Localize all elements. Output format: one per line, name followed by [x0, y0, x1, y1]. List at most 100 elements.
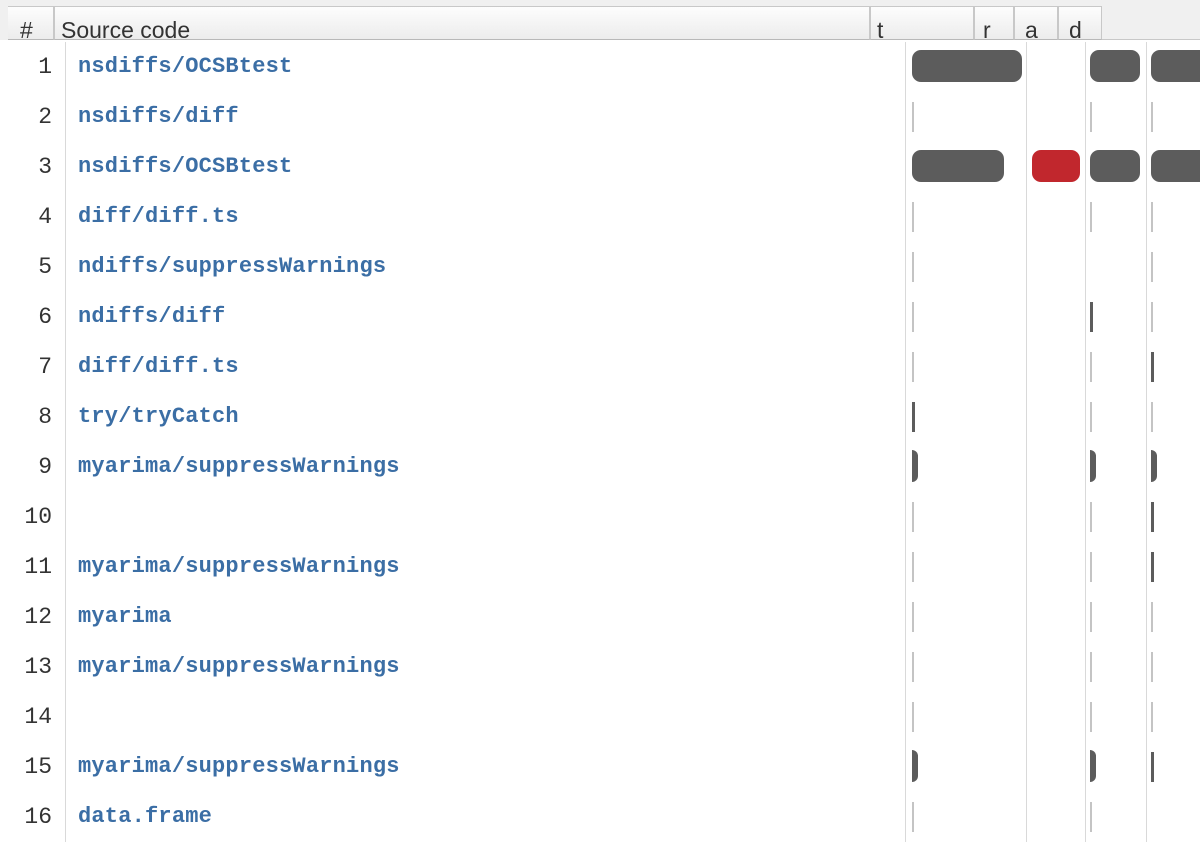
- grid-line: [1146, 442, 1147, 492]
- source-code-text[interactable]: myarima/suppressWarnings: [78, 742, 400, 792]
- table-row[interactable]: 15 myarima/suppressWarnings: [0, 742, 1200, 792]
- t-tick-mark: [912, 102, 914, 132]
- source-code-text[interactable]: diff/diff.ts: [78, 192, 239, 242]
- table-row[interactable]: 1 nsdiffs/OCSBtest: [0, 42, 1200, 92]
- table-row[interactable]: 2 nsdiffs/diff: [0, 92, 1200, 142]
- column-header-r[interactable]: r: [974, 6, 1014, 40]
- source-code-text[interactable]: ndiffs/suppressWarnings: [78, 242, 386, 292]
- table-header: # Source code t r a d: [0, 0, 1200, 40]
- table-row[interactable]: 14: [0, 692, 1200, 742]
- grid-line: [905, 442, 906, 492]
- source-code-text[interactable]: myarima/suppressWarnings: [78, 542, 400, 592]
- source-code-text[interactable]: myarima: [78, 592, 172, 642]
- grid-line: [1146, 242, 1147, 292]
- grid-line: [1146, 742, 1147, 792]
- grid-line: [905, 592, 906, 642]
- line-number: 13: [24, 654, 52, 680]
- column-divider: [65, 392, 66, 442]
- d-tick-mark: [1090, 702, 1092, 732]
- e-tick-mark: [1151, 402, 1153, 432]
- line-number: 16: [24, 804, 52, 830]
- t-thin-bar: [912, 402, 915, 432]
- e-bar: [1151, 150, 1200, 182]
- column-header-d[interactable]: d: [1058, 6, 1102, 40]
- table-row[interactable]: 7 diff/diff.ts: [0, 342, 1200, 392]
- grid-line: [905, 42, 906, 92]
- grid-line: [1026, 342, 1027, 392]
- source-code-text[interactable]: nsdiffs/diff: [78, 92, 239, 142]
- grid-line: [1146, 142, 1147, 192]
- table-row[interactable]: 4 diff/diff.ts: [0, 192, 1200, 242]
- source-code-text[interactable]: nsdiffs/OCSBtest: [78, 142, 292, 192]
- column-header-source-code[interactable]: Source code: [54, 6, 870, 40]
- grid-line: [1085, 642, 1086, 692]
- column-divider: [65, 742, 66, 792]
- e-tick-mark: [1151, 302, 1153, 332]
- source-code-text[interactable]: diff/diff.ts: [78, 342, 239, 392]
- grid-line: [1146, 792, 1147, 842]
- grid-line: [1085, 542, 1086, 592]
- t-tick-mark: [912, 802, 914, 832]
- d-tick-mark: [1090, 352, 1092, 382]
- grid-line: [1085, 392, 1086, 442]
- source-code-text[interactable]: data.frame: [78, 792, 212, 842]
- e-bar: [1151, 50, 1200, 82]
- grid-line: [1085, 442, 1086, 492]
- line-number: 14: [24, 704, 52, 730]
- d-short-bar: [1090, 450, 1096, 482]
- source-code-text[interactable]: nsdiffs/OCSBtest: [78, 42, 292, 92]
- table-row[interactable]: 10: [0, 492, 1200, 542]
- t-bar: [912, 50, 1022, 82]
- grid-line: [1026, 442, 1027, 492]
- t-tick-mark: [912, 252, 914, 282]
- table-row[interactable]: 9 myarima/suppressWarnings: [0, 442, 1200, 492]
- table-row[interactable]: 16 data.frame: [0, 792, 1200, 842]
- grid-line: [905, 492, 906, 542]
- source-code-text[interactable]: try/tryCatch: [78, 392, 239, 442]
- grid-line: [1026, 242, 1027, 292]
- table-row[interactable]: 13 myarima/suppressWarnings: [0, 642, 1200, 692]
- column-divider: [65, 542, 66, 592]
- source-code-text[interactable]: myarima/suppressWarnings: [78, 442, 400, 492]
- grid-line: [905, 642, 906, 692]
- d-tick-mark: [1090, 402, 1092, 432]
- grid-line: [905, 792, 906, 842]
- grid-line: [1146, 642, 1147, 692]
- grid-line: [1146, 542, 1147, 592]
- grid-line: [1026, 292, 1027, 342]
- t-short-bar: [912, 750, 918, 782]
- table-row[interactable]: 6 ndiffs/diff: [0, 292, 1200, 342]
- column-header-line-number[interactable]: #: [8, 6, 54, 40]
- line-number: 9: [38, 454, 52, 480]
- table-row[interactable]: 3 nsdiffs/OCSBtest: [0, 142, 1200, 192]
- column-divider: [65, 42, 66, 92]
- e-thin-bar: [1151, 752, 1154, 782]
- column-divider: [65, 442, 66, 492]
- table-row[interactable]: 8 try/tryCatch: [0, 392, 1200, 442]
- line-number: 3: [38, 154, 52, 180]
- column-divider: [65, 192, 66, 242]
- grid-line: [1085, 42, 1086, 92]
- grid-line: [1085, 242, 1086, 292]
- t-tick-mark: [912, 352, 914, 382]
- grid-line: [905, 192, 906, 242]
- column-header-t[interactable]: t: [870, 6, 974, 40]
- grid-line: [1026, 142, 1027, 192]
- e-thin-bar: [1151, 352, 1154, 382]
- grid-line: [1146, 42, 1147, 92]
- line-number: 1: [38, 54, 52, 80]
- grid-line: [1146, 342, 1147, 392]
- table-row[interactable]: 12 myarima: [0, 592, 1200, 642]
- grid-line: [905, 692, 906, 742]
- table-row[interactable]: 5 ndiffs/suppressWarnings: [0, 242, 1200, 292]
- column-header-a[interactable]: a: [1014, 6, 1058, 40]
- table-row[interactable]: 11 myarima/suppressWarnings: [0, 542, 1200, 592]
- grid-line: [1026, 642, 1027, 692]
- source-code-text[interactable]: myarima/suppressWarnings: [78, 642, 400, 692]
- grid-line: [1026, 492, 1027, 542]
- line-number: 7: [38, 354, 52, 380]
- d-bar: [1090, 150, 1140, 182]
- t-tick-mark: [912, 652, 914, 682]
- d-thin-bar: [1090, 302, 1093, 332]
- source-code-text[interactable]: ndiffs/diff: [78, 292, 225, 342]
